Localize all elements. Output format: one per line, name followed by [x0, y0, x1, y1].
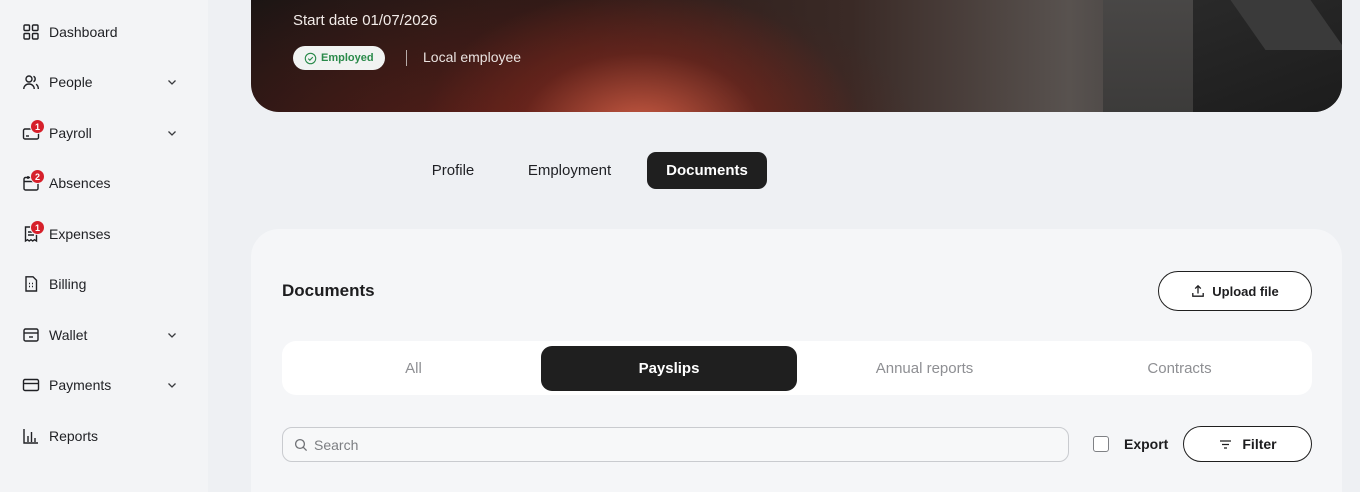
sidebar-item-label: Absences — [49, 175, 111, 191]
status-text: Employed — [321, 52, 374, 64]
segment-annual-reports[interactable]: Annual reports — [798, 346, 1051, 391]
sidebar-item-reports[interactable]: Reports — [0, 416, 208, 456]
notification-badge: 1 — [30, 220, 45, 235]
upload-icon — [1192, 284, 1205, 297]
tab-profile[interactable]: Profile — [414, 152, 492, 189]
sidebar-item-label: Wallet — [49, 327, 88, 343]
tab-documents[interactable]: Documents — [647, 152, 767, 189]
export-label: Export — [1124, 436, 1169, 452]
hero-decoration — [1103, 0, 1193, 112]
chevron-down-icon[interactable] — [166, 76, 178, 88]
sidebar-item-people[interactable]: People — [0, 62, 208, 102]
sidebar: Dashboard People 1 Payroll 2 Absences 1 … — [0, 0, 208, 492]
sidebar-item-label: Dashboard — [49, 24, 118, 40]
sidebar-item-label: People — [49, 74, 93, 90]
dashboard-grid-icon — [22, 23, 40, 41]
search-box — [282, 427, 1069, 462]
search-input[interactable] — [314, 428, 1054, 461]
divider — [406, 50, 407, 66]
employee-hero-banner: Start date 01/07/2026 Employed Local emp… — [251, 0, 1342, 112]
card-icon — [22, 376, 40, 394]
filter-label: Filter — [1242, 436, 1277, 452]
documents-title: Documents — [282, 281, 375, 300]
segment-payslips[interactable]: Payslips — [541, 346, 797, 391]
document-type-segmented-control: All Payslips Annual reports Contracts — [282, 341, 1312, 395]
notification-badge: 1 — [30, 119, 45, 134]
status-badge: Employed — [293, 46, 385, 70]
segment-contracts[interactable]: Contracts — [1053, 346, 1306, 391]
chevron-down-icon[interactable] — [166, 329, 178, 341]
people-icon — [22, 73, 40, 91]
documents-card: Documents Upload file All Payslips Annua… — [251, 229, 1342, 492]
check-circle-icon — [304, 52, 317, 64]
sidebar-item-label: Payments — [49, 377, 112, 393]
chevron-down-icon[interactable] — [166, 379, 178, 391]
upload-file-label: Upload file — [1212, 283, 1279, 299]
chevron-down-icon[interactable] — [166, 127, 178, 139]
sidebar-item-label: Reports — [49, 428, 99, 444]
sidebar-item-label: Payroll — [49, 125, 92, 141]
search-icon — [294, 438, 308, 452]
sidebar-item-label: Billing — [49, 276, 87, 292]
sidebar-item-payments[interactable]: Payments — [0, 365, 208, 405]
sidebar-item-billing[interactable]: Billing — [0, 264, 208, 304]
sidebar-item-dashboard[interactable]: Dashboard — [0, 12, 208, 52]
bar-chart-icon — [22, 427, 40, 445]
notification-badge: 2 — [30, 169, 45, 184]
sidebar-item-payroll[interactable]: 1 Payroll — [0, 113, 208, 153]
segment-all[interactable]: All — [287, 346, 540, 391]
employee-type: Local employee — [423, 49, 522, 65]
wallet-icon — [22, 326, 40, 344]
filter-icon — [1220, 439, 1232, 449]
start-date: Start date 01/07/2026 — [293, 12, 438, 29]
filter-button[interactable]: Filter — [1183, 426, 1312, 462]
upload-file-button[interactable]: Upload file — [1158, 271, 1312, 311]
sidebar-item-wallet[interactable]: Wallet — [0, 315, 208, 355]
tab-employment[interactable]: Employment — [510, 152, 629, 189]
sidebar-item-expenses[interactable]: 1 Expenses — [0, 214, 208, 254]
sidebar-item-absences[interactable]: 2 Absences — [0, 163, 208, 203]
export-checkbox[interactable] — [1093, 436, 1109, 452]
sidebar-item-label: Expenses — [49, 226, 111, 242]
invoice-icon — [22, 275, 40, 293]
